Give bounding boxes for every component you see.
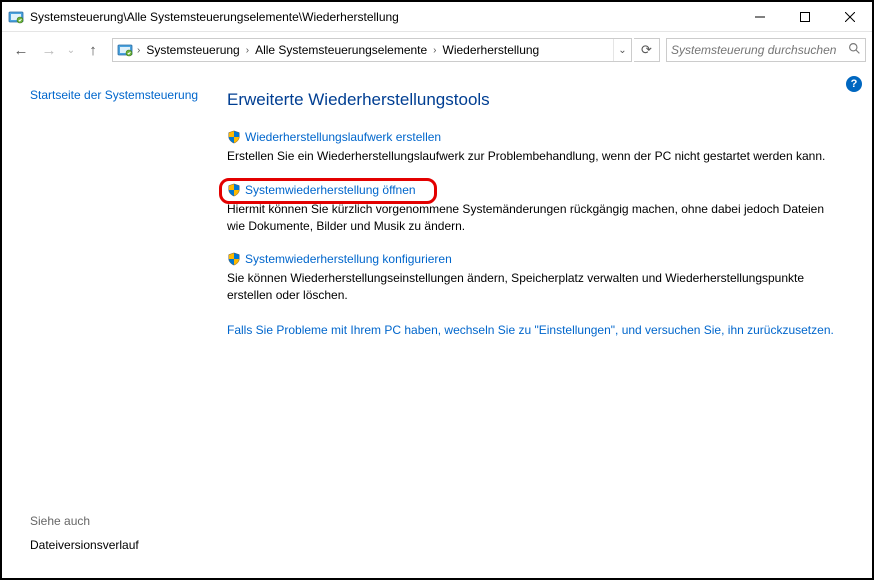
chevron-right-icon[interactable]: › (431, 45, 438, 56)
main-content: Erweiterte Wiederherstellungstools Wiede… (217, 68, 872, 578)
open-system-restore-link[interactable]: Systemwiederherstellung öffnen (245, 183, 416, 197)
navigation-bar: ← → ⌄ ↑ › Systemsteuerung › Alle Systems… (2, 32, 872, 68)
configure-system-restore-link[interactable]: Systemwiederherstellung konfigurieren (245, 252, 452, 266)
chevron-right-icon[interactable]: › (244, 45, 251, 56)
see-also-header: Siehe auch (30, 514, 205, 528)
shield-icon (227, 252, 241, 266)
search-icon[interactable] (848, 42, 861, 58)
address-dropdown[interactable]: ⌄ (613, 39, 631, 61)
recent-dropdown[interactable]: ⌄ (64, 37, 78, 63)
up-button[interactable]: ↑ (80, 37, 106, 63)
control-panel-icon (117, 42, 133, 58)
forward-button[interactable]: → (36, 37, 62, 63)
control-panel-home-link[interactable]: Startseite der Systemsteuerung (30, 88, 205, 102)
chevron-right-icon[interactable]: › (135, 45, 142, 56)
create-recovery-drive-link[interactable]: Wiederherstellungslaufwerk erstellen (245, 130, 441, 144)
maximize-button[interactable] (782, 2, 827, 31)
file-history-link[interactable]: Dateiversionsverlauf (30, 538, 205, 552)
window-title: Systemsteuerung\Alle Systemsteuerungsele… (30, 10, 737, 24)
control-panel-icon (8, 9, 24, 25)
shield-icon (227, 183, 241, 197)
option-description: Sie können Wiederherstellungseinstellung… (227, 270, 837, 304)
minimize-button[interactable] (737, 2, 782, 31)
window-titlebar: Systemsteuerung\Alle Systemsteuerungsele… (2, 2, 872, 32)
search-box[interactable] (666, 38, 866, 62)
recovery-option: Wiederherstellungslaufwerk erstellen Ers… (227, 130, 852, 165)
page-heading: Erweiterte Wiederherstellungstools (227, 90, 852, 110)
search-input[interactable] (671, 43, 844, 57)
recovery-option: Systemwiederherstellung öffnen Hiermit k… (227, 183, 852, 235)
reset-pc-link[interactable]: Falls Sie Probleme mit Ihrem PC haben, w… (227, 322, 837, 339)
address-bar[interactable]: › Systemsteuerung › Alle Systemsteuerung… (112, 38, 632, 62)
option-description: Hiermit können Sie kürzlich vorgenommene… (227, 201, 837, 235)
back-button[interactable]: ← (8, 37, 34, 63)
sidebar: Startseite der Systemsteuerung Siehe auc… (2, 68, 217, 578)
refresh-button[interactable]: ⟳ (634, 38, 660, 62)
shield-icon (227, 130, 241, 144)
breadcrumb-item[interactable]: Wiederherstellung (439, 43, 544, 57)
recovery-option: Systemwiederherstellung konfigurieren Si… (227, 252, 852, 304)
breadcrumb-item[interactable]: Systemsteuerung (142, 43, 243, 57)
option-description: Erstellen Sie ein Wiederherstellungslauf… (227, 148, 837, 165)
breadcrumb-item[interactable]: Alle Systemsteuerungselemente (251, 43, 431, 57)
close-button[interactable] (827, 2, 872, 31)
